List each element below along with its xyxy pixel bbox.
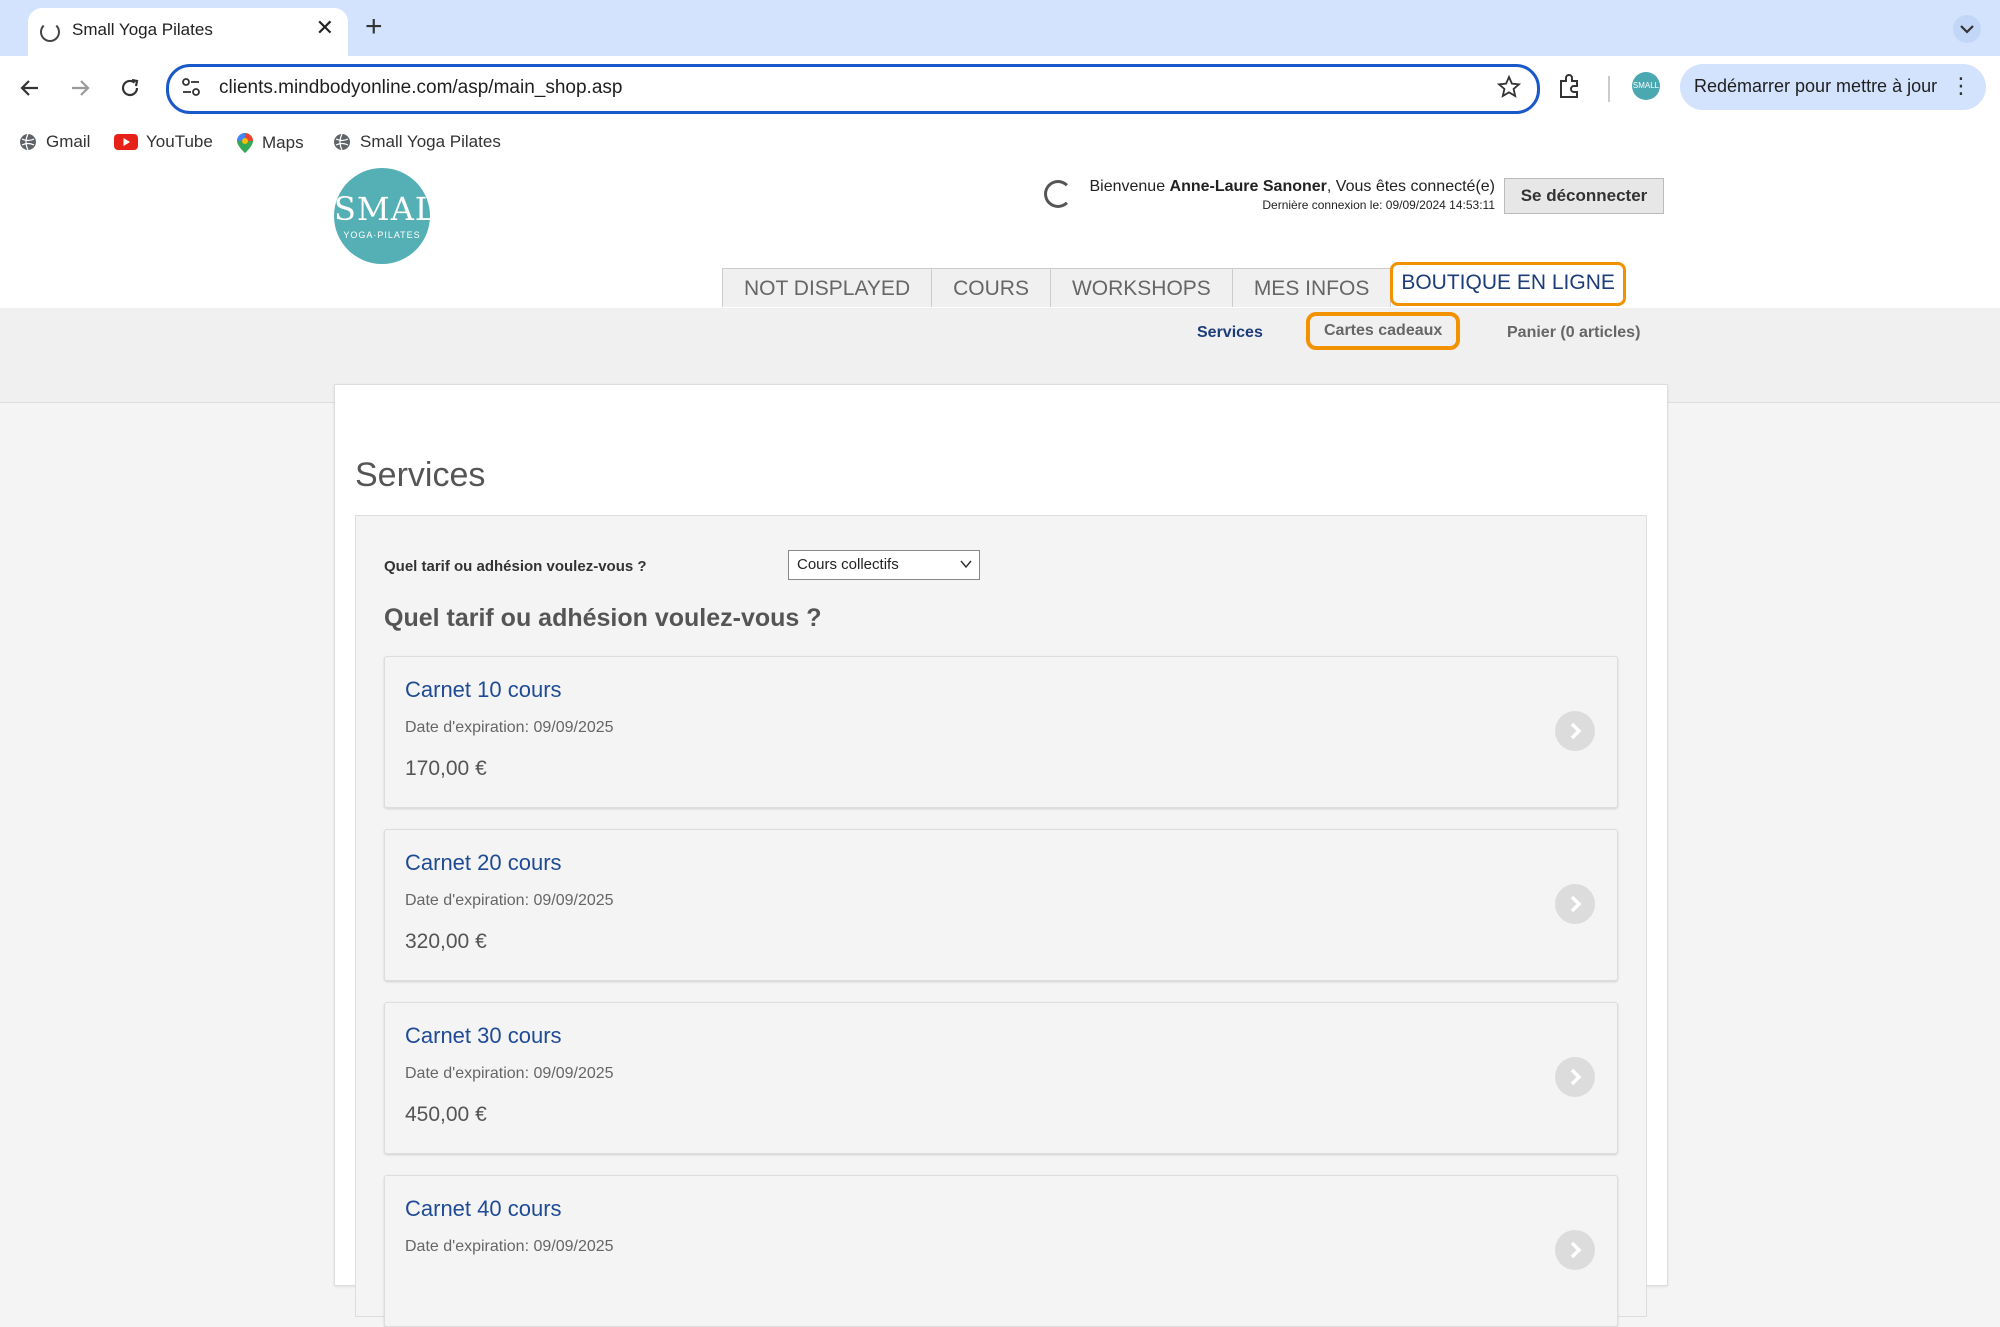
tab-boutique-en-ligne[interactable]: BOUTIQUE EN LIGNE [1390, 262, 1626, 306]
tab-cours[interactable]: COURS [931, 268, 1051, 307]
url-text: clients.mindbodyonline.com/asp/main_shop… [219, 77, 623, 98]
service-price: 170,00 € [405, 757, 487, 780]
bookmark-youtube[interactable]: YouTube [114, 132, 213, 152]
tab-workshops[interactable]: WORKSHOPS [1049, 268, 1233, 307]
profile-avatar[interactable]: SMALL [1632, 72, 1660, 100]
bookmark-gmail[interactable]: Gmail [18, 132, 90, 152]
last-login: Dernière connexion le: 09/09/2024 14:53:… [1262, 198, 1495, 212]
logout-button[interactable]: Se déconnecter [1504, 178, 1664, 214]
service-price: 450,00 € [405, 1103, 487, 1126]
update-button-label: Redémarrer pour mettre à jour [1694, 76, 1938, 96]
page-title: Services [355, 455, 486, 494]
pricing-filter-label: Quel tarif ou adhésion voulez-vous ? [384, 558, 647, 575]
welcome-prefix: Bienvenue [1089, 178, 1170, 195]
bookmark-label: Gmail [46, 132, 91, 151]
site-settings-icon[interactable] [181, 77, 201, 97]
subnav-cart[interactable]: Panier (0 articles) [1507, 324, 1640, 342]
chevron-down-icon [960, 560, 972, 569]
service-expiration: Date d'expiration: 09/09/2025 [405, 1238, 614, 1255]
service-item[interactable]: Carnet 20 cours Date d'expiration: 09/09… [384, 829, 1618, 981]
bookmark-maps[interactable]: Maps [236, 132, 304, 154]
service-expiration: Date d'expiration: 09/09/2025 [405, 892, 614, 909]
bookmark-label: YouTube [146, 132, 213, 151]
browser-tab[interactable]: Small Yoga Pilates ✕ [28, 8, 348, 56]
globe-icon [334, 133, 350, 151]
address-bar[interactable]: clients.mindbodyonline.com/asp/main_shop… [166, 64, 1540, 114]
service-name[interactable]: Carnet 30 cours [405, 1023, 562, 1049]
subnav-services[interactable]: Services [1197, 324, 1263, 342]
tab-mes-infos[interactable]: MES INFOS [1231, 268, 1392, 307]
globe-icon [20, 133, 36, 151]
reload-icon[interactable] [112, 70, 148, 106]
service-price: 320,00 € [405, 930, 487, 953]
bookmark-small-yoga-pilates[interactable]: Small Yoga Pilates [332, 132, 501, 152]
chevron-right-icon[interactable] [1555, 884, 1595, 924]
welcome-message: Bienvenue Anne-Laure Sanoner, Vous êtes … [1089, 178, 1495, 212]
back-arrow-icon[interactable] [12, 70, 48, 106]
studio-logo[interactable]: SMALL YOGA·PILATES [334, 168, 460, 264]
subnav-gift-cards[interactable]: Cartes cadeaux [1306, 312, 1461, 350]
toolbar-divider [1608, 76, 1610, 102]
service-name[interactable]: Carnet 20 cours [405, 850, 562, 876]
service-expiration: Date d'expiration: 09/09/2025 [405, 719, 614, 736]
loading-spinner-icon [40, 22, 60, 42]
logo-text: SMALL [334, 190, 460, 228]
tab-not-displayed[interactable]: NOT DISPLAYED [722, 268, 933, 307]
browser-tab-strip: Small Yoga Pilates ✕ + [0, 0, 2000, 56]
chevron-right-icon[interactable] [1555, 711, 1595, 751]
user-name: Anne-Laure Sanoner [1169, 178, 1327, 195]
restart-to-update-button[interactable]: Redémarrer pour mettre à jour ⋮ [1680, 64, 1986, 110]
bookmark-label: Small Yoga Pilates [360, 132, 501, 151]
close-tab-icon[interactable]: ✕ [316, 16, 334, 40]
service-expiration: Date d'expiration: 09/09/2025 [405, 1065, 614, 1082]
bookmark-star-icon[interactable] [1497, 75, 1521, 99]
tab-title: Small Yoga Pilates [72, 20, 213, 39]
pricing-type-select[interactable]: Cours collectifs [788, 550, 980, 580]
main-navigation: NOT DISPLAYED COURS WORKSHOPS MES INFOS … [722, 262, 1626, 308]
service-name[interactable]: Carnet 10 cours [405, 677, 562, 703]
bookmarks-bar: Gmail YouTube Maps Small Yoga Pilates [0, 122, 2000, 169]
more-menu-icon[interactable]: ⋮ [1950, 72, 1972, 100]
select-value: Cours collectifs [797, 556, 899, 573]
service-item[interactable]: Carnet 40 cours Date d'expiration: 09/09… [384, 1175, 1618, 1327]
extensions-puzzle-icon[interactable] [1556, 72, 1584, 100]
forward-arrow-icon[interactable] [62, 70, 98, 106]
service-item[interactable]: Carnet 10 cours Date d'expiration: 09/09… [384, 656, 1618, 808]
new-tab-icon[interactable]: + [365, 10, 383, 44]
service-name[interactable]: Carnet 40 cours [405, 1196, 562, 1222]
maps-pin-icon [237, 133, 253, 153]
pricing-panel: Quel tarif ou adhésion voulez-vous ? Cou… [355, 515, 1647, 1327]
services-card: Services Quel tarif ou adhésion voulez-v… [334, 384, 1668, 1327]
youtube-icon [114, 134, 138, 150]
chevron-right-icon[interactable] [1555, 1230, 1595, 1270]
tab-search-chevron-icon[interactable] [1952, 14, 1982, 44]
welcome-suffix: , Vous êtes connecté(e) [1326, 178, 1495, 195]
logo-subtext: YOGA·PILATES [343, 230, 421, 240]
chevron-right-icon[interactable] [1555, 1057, 1595, 1097]
section-heading: Quel tarif ou adhésion voulez-vous ? [384, 604, 822, 632]
bookmark-label: Maps [262, 133, 304, 152]
service-item[interactable]: Carnet 30 cours Date d'expiration: 09/09… [384, 1002, 1618, 1154]
loading-spinner-icon [1044, 180, 1072, 208]
